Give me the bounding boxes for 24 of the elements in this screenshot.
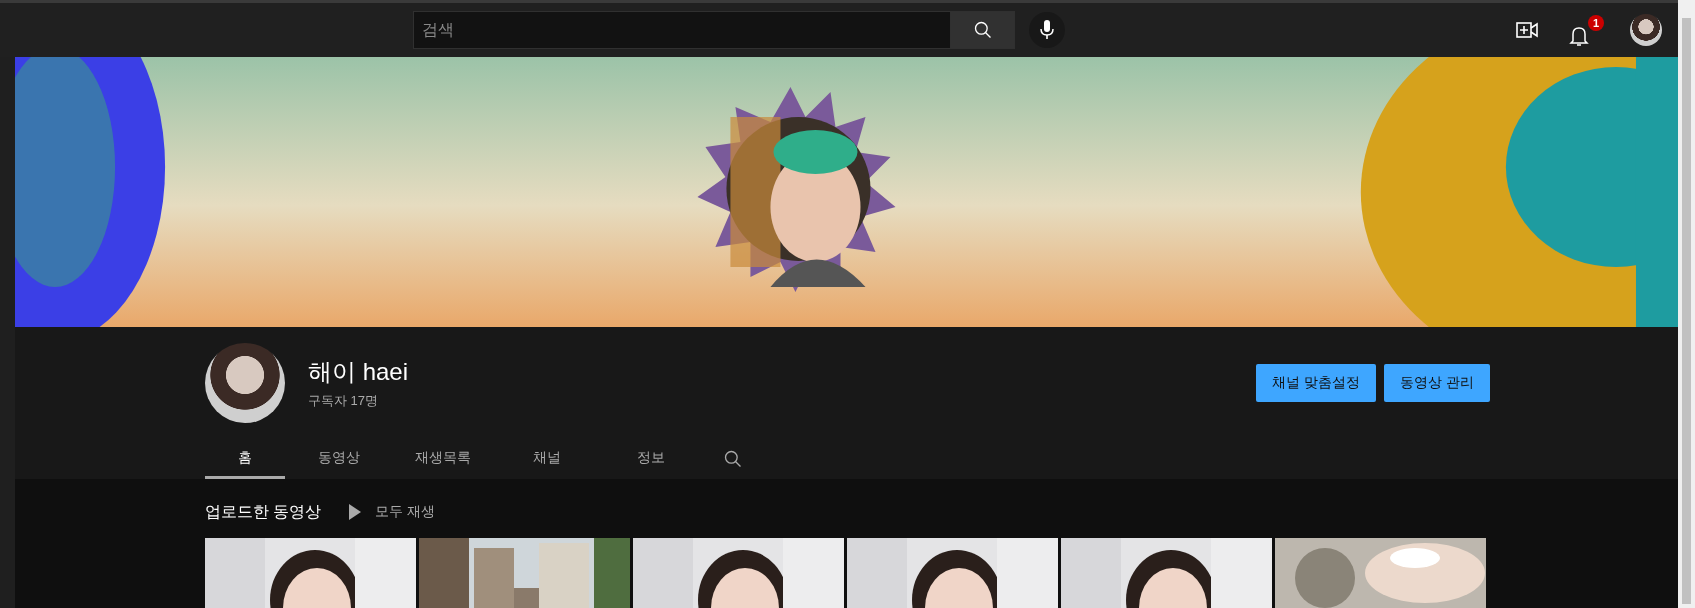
microphone-icon	[1040, 20, 1054, 40]
customize-channel-button[interactable]: 채널 맞춤설정	[1256, 364, 1377, 402]
channel-tab[interactable]: 정보	[611, 439, 691, 479]
play-icon	[349, 504, 362, 520]
video-plus-icon	[1516, 22, 1538, 38]
play-all-label: 모두 재생	[375, 503, 436, 521]
search-button[interactable]	[951, 11, 1015, 49]
section-title: 업로드한 동영상	[205, 501, 322, 522]
bell-icon	[1569, 25, 1589, 47]
account-avatar[interactable]	[1630, 14, 1662, 46]
channel-tab[interactable]: 재생목록	[403, 439, 483, 479]
search-field[interactable]: 검색	[413, 11, 951, 49]
channel-tab[interactable]: 채널	[507, 439, 587, 479]
play-all-button[interactable]: 모두 재생	[349, 503, 436, 521]
search-icon[interactable]	[723, 449, 743, 469]
channel-tab[interactable]: 동영상	[299, 439, 379, 479]
notification-count: 1	[1588, 15, 1604, 31]
microphone-button[interactable]	[1029, 12, 1065, 48]
notifications-button[interactable]: 1	[1566, 15, 1604, 49]
channel-name: 해이 haei	[308, 357, 409, 387]
manage-videos-button[interactable]: 동영상 관리	[1384, 364, 1490, 402]
subscriber-count: 구독자 17명	[308, 392, 380, 410]
search-icon	[972, 20, 993, 40]
scrollbar[interactable]	[1682, 18, 1691, 604]
